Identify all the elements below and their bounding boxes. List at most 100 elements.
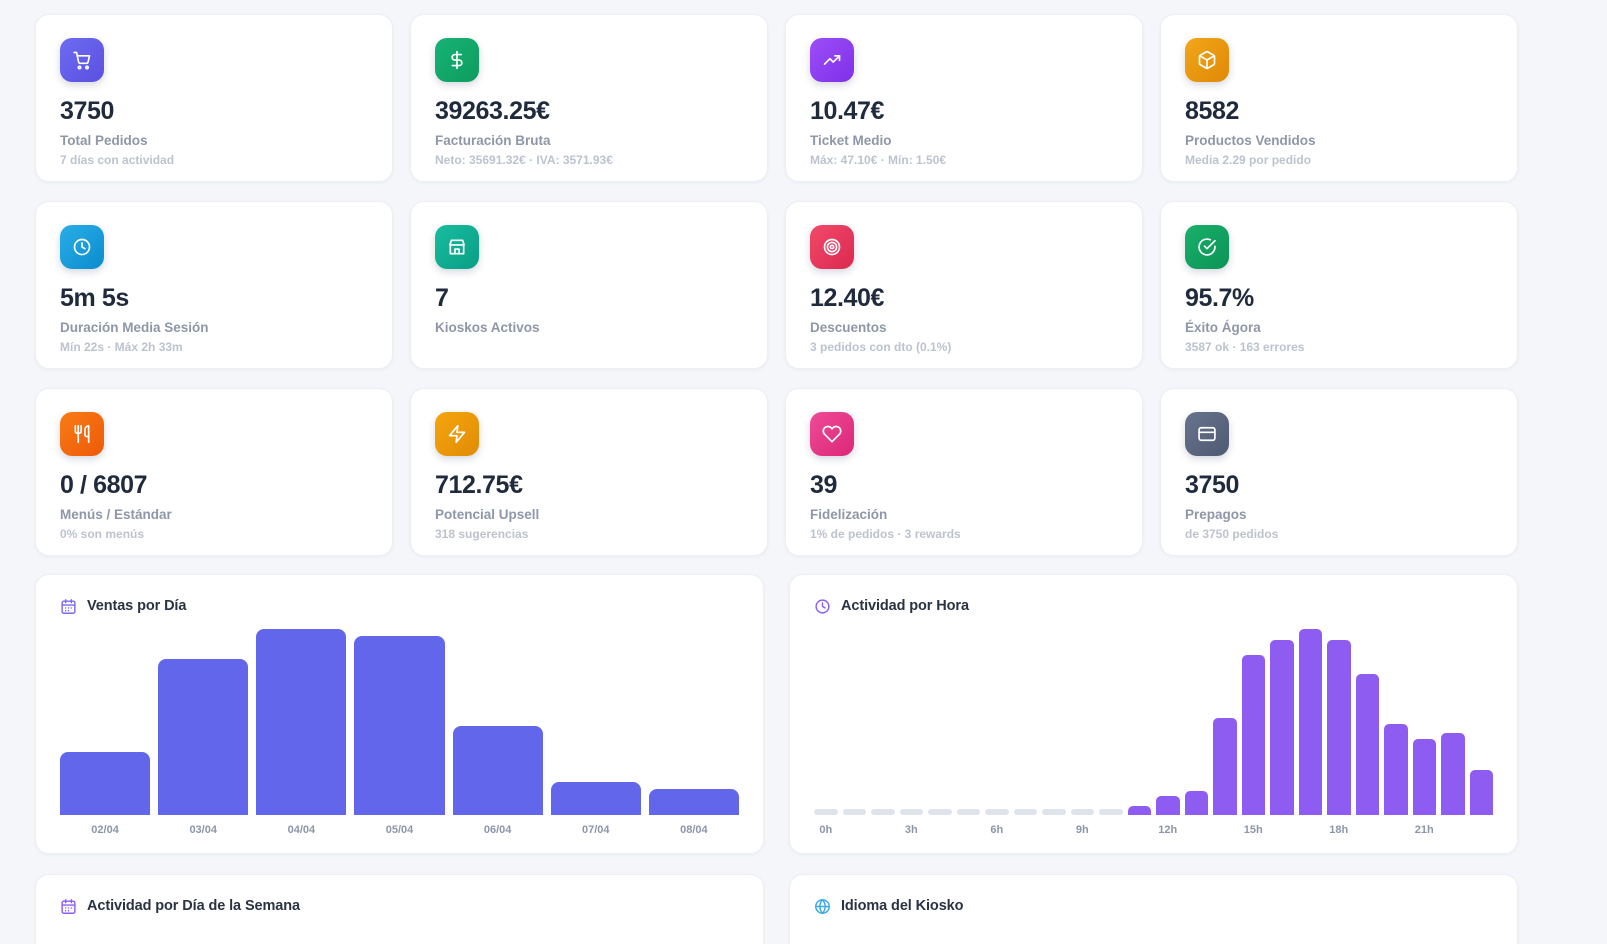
stat-card: 712.75€ Potencial Upsell 318 sugerencias: [410, 388, 768, 556]
x-axis-label: 0h: [814, 824, 838, 841]
x-axis-label: 05/04: [354, 824, 444, 841]
cart-icon: [60, 38, 104, 82]
x-axis-label: 3h: [900, 824, 924, 841]
bottom-row: Actividad por Día de la Semana Idioma de…: [35, 874, 1518, 944]
hourly-bar: [1470, 770, 1494, 815]
stat-sublabel: 3 pedidos con dto (0.1%): [810, 340, 1118, 354]
x-axis-label: [928, 824, 952, 841]
globe-icon: [814, 898, 831, 915]
x-axis-label: [1384, 824, 1408, 841]
stat-card: 95.7% Éxito Ágora 3587 ok · 163 errores: [1160, 201, 1518, 369]
charts-row: Ventas por Día 02/0403/0404/0405/0406/04…: [35, 574, 1518, 854]
x-axis-label: 15h: [1242, 824, 1266, 841]
stat-card: 3750 Prepagos de 3750 pedidos: [1160, 388, 1518, 556]
daily-sales-bar-chart: [60, 629, 739, 815]
chart-header: Actividad por Hora: [814, 595, 1493, 617]
package-icon: [1185, 38, 1229, 82]
hourly-bar: [1441, 733, 1465, 815]
hourly-bar: [1270, 640, 1294, 815]
hourly-x-axis: 0h3h6h9h12h15h18h21h: [814, 815, 1493, 841]
dollar-icon: [435, 38, 479, 82]
x-axis-label: 18h: [1327, 824, 1351, 841]
chart-title: Actividad por Hora: [841, 598, 969, 614]
chart-title: Ventas por Día: [87, 598, 186, 614]
stat-label: Éxito Ágora: [1185, 320, 1493, 335]
x-axis-label: [1299, 824, 1323, 841]
stat-sublabel: 3587 ok · 163 errores: [1185, 340, 1493, 354]
x-axis-label: [1099, 824, 1123, 841]
x-axis-label: [1042, 824, 1066, 841]
stat-label: Prepagos: [1185, 507, 1493, 522]
stat-value: 3750: [1185, 471, 1493, 500]
utensils-icon: [60, 412, 104, 456]
actividad-dia-semana-card: Actividad por Día de la Semana: [35, 874, 764, 944]
hourly-bar: [1384, 724, 1408, 815]
x-axis-label: [1014, 824, 1038, 841]
x-axis-label: [957, 824, 981, 841]
x-axis-label: [1470, 824, 1494, 841]
stat-card: 7 Kioskos Activos: [410, 201, 768, 369]
stat-card: 10.47€ Ticket Medio Máx: 47.10€ · Mín: 1…: [785, 14, 1143, 182]
x-axis-label: 06/04: [453, 824, 543, 841]
daily-bar: [256, 629, 346, 815]
daily-bar: [354, 636, 444, 815]
stat-label: Menús / Estándar: [60, 507, 368, 522]
stat-sublabel: 7 días con actividad: [60, 153, 368, 167]
daily-x-axis: 02/0403/0404/0405/0406/0407/0408/04: [60, 815, 739, 841]
stat-sublabel: Neto: 35691.32€ · IVA: 3571.93€: [435, 153, 743, 167]
stat-label: Facturación Bruta: [435, 133, 743, 148]
stat-value: 8582: [1185, 97, 1493, 126]
x-axis-label: [1270, 824, 1294, 841]
daily-bar: [453, 726, 543, 815]
calendar-icon: [60, 898, 77, 915]
stat-value: 3750: [60, 97, 368, 126]
chart-header: Idioma del Kiosko: [814, 895, 1493, 917]
stat-value: 5m 5s: [60, 284, 368, 313]
stat-sublabel: 318 sugerencias: [435, 527, 743, 541]
target-icon: [810, 225, 854, 269]
stat-value: 7: [435, 284, 743, 313]
stat-card: 39263.25€ Facturación Bruta Neto: 35691.…: [410, 14, 768, 182]
x-axis-label: [1441, 824, 1465, 841]
stat-label: Total Pedidos: [60, 133, 368, 148]
hourly-activity-bar-chart: [814, 629, 1493, 815]
credit-card-icon: [1185, 412, 1229, 456]
stat-card: 5m 5s Duración Media Sesión Mín 22s · Má…: [35, 201, 393, 369]
stat-sublabel: 0% son menús: [60, 527, 368, 541]
hourly-bar: [1156, 796, 1180, 815]
stat-value: 95.7%: [1185, 284, 1493, 313]
calendar-icon: [60, 598, 77, 615]
stat-label: Potencial Upsell: [435, 507, 743, 522]
x-axis-label: 08/04: [649, 824, 739, 841]
x-axis-label: [1185, 824, 1209, 841]
clock-icon: [814, 598, 831, 615]
daily-bar: [649, 789, 739, 815]
actividad-por-hora-card: Actividad por Hora 0h3h6h9h12h15h18h21h: [789, 574, 1518, 854]
stat-sublabel: Máx: 47.10€ · Mín: 1.50€: [810, 153, 1118, 167]
stat-sublabel: 1% de pedidos · 3 rewards: [810, 527, 1118, 541]
hourly-bar: [1299, 629, 1323, 815]
daily-bar: [158, 659, 248, 815]
stat-card: 12.40€ Descuentos 3 pedidos con dto (0.1…: [785, 201, 1143, 369]
hourly-bar: [1242, 655, 1266, 815]
x-axis-label: 07/04: [551, 824, 641, 841]
x-axis-label: [1213, 824, 1237, 841]
stat-sublabel: Mín 22s · Máx 2h 33m: [60, 340, 368, 354]
hourly-bar: [1128, 806, 1152, 815]
x-axis-label: 04/04: [256, 824, 346, 841]
trending-up-icon: [810, 38, 854, 82]
hourly-bar: [1356, 674, 1380, 815]
stat-card: 3750 Total Pedidos 7 días con actividad: [35, 14, 393, 182]
stat-value: 39: [810, 471, 1118, 500]
storefront-icon: [435, 225, 479, 269]
x-axis-label: 02/04: [60, 824, 150, 841]
chart-header: Actividad por Día de la Semana: [60, 895, 739, 917]
x-axis-label: 21h: [1413, 824, 1437, 841]
x-axis-label: 9h: [1071, 824, 1095, 841]
stat-value: 0 / 6807: [60, 471, 368, 500]
x-axis-label: [1128, 824, 1152, 841]
stat-value: 10.47€: [810, 97, 1118, 126]
kpi-stats-grid: 3750 Total Pedidos 7 días con actividad …: [35, 14, 1518, 556]
daily-bar: [60, 752, 150, 815]
check-circle-icon: [1185, 225, 1229, 269]
